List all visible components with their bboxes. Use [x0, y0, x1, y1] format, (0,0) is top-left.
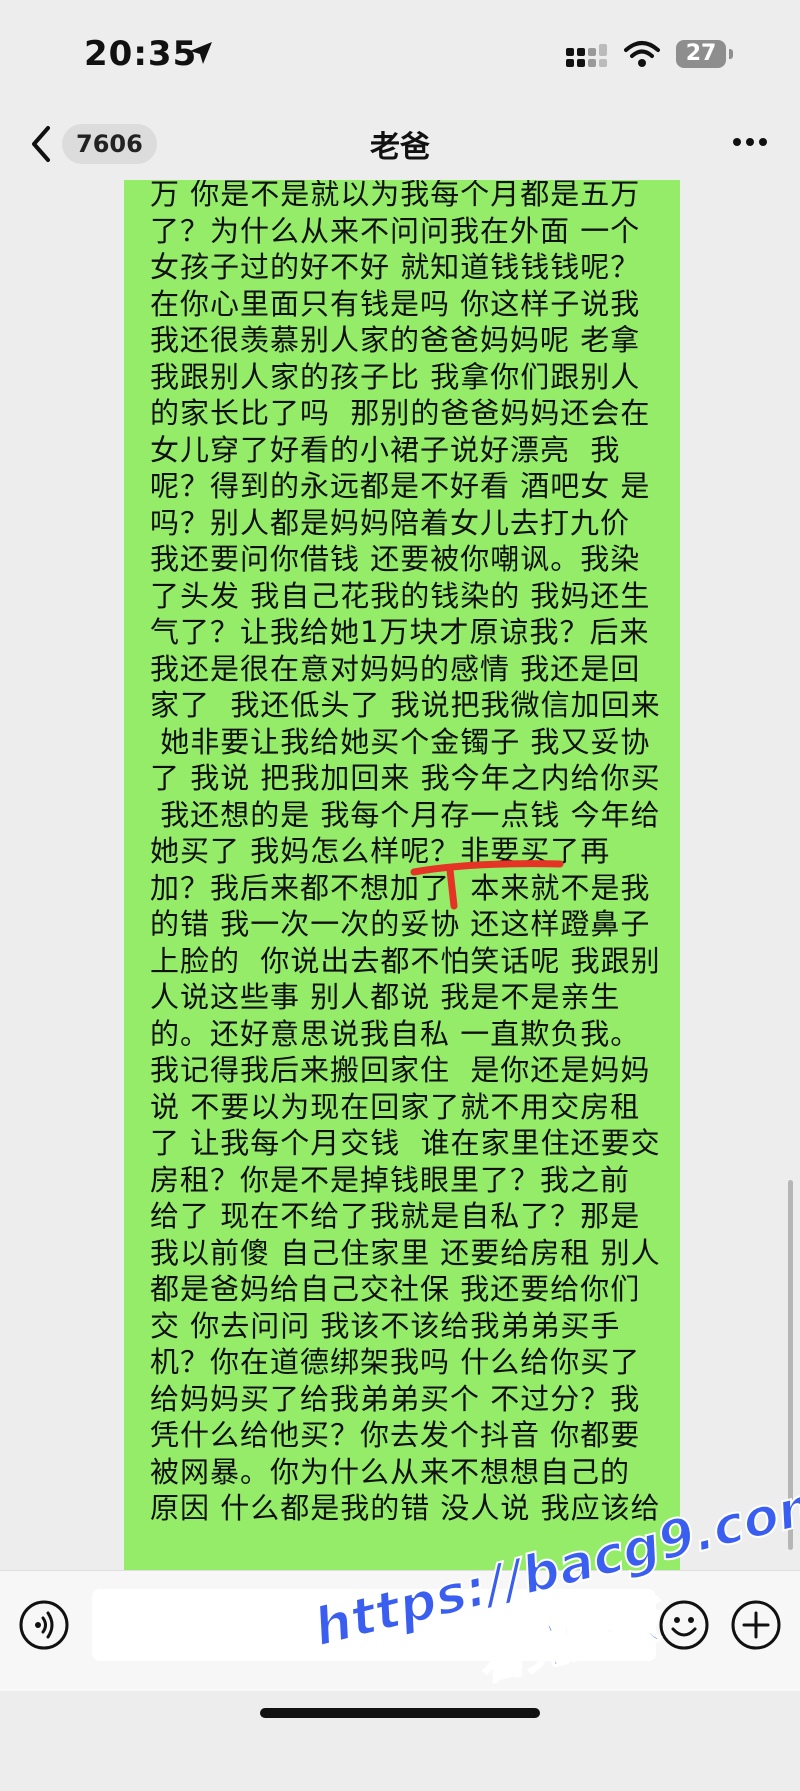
signal-icon	[566, 44, 610, 74]
status-bar: 20:35 27	[0, 0, 800, 110]
status-time: 20:35	[84, 34, 198, 74]
chat-area[interactable]: 万 你是不是就以为我每个月都是五万 了？为什么从来不问问我在外面 一个 女孩子过…	[0, 180, 800, 1570]
location-arrow-icon	[188, 40, 214, 70]
wifi-icon	[624, 40, 660, 72]
battery-icon: 27	[676, 40, 726, 68]
chat-header: 7606 老爸	[0, 110, 800, 180]
voice-icon[interactable]	[18, 1599, 70, 1655]
red-underline-annotation	[410, 850, 570, 914]
battery-cap	[729, 49, 733, 59]
more-dots-icon[interactable]	[732, 132, 768, 151]
chat-title: 老爸	[370, 130, 430, 165]
